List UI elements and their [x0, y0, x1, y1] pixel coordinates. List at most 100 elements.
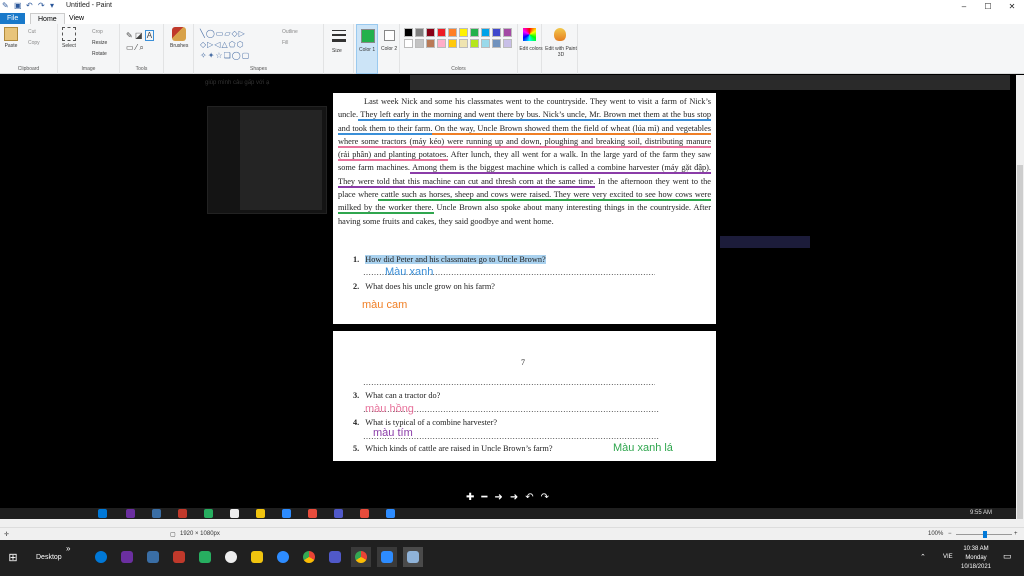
- annotation-pink: màu hồng: [365, 403, 414, 415]
- save-icon[interactable]: ▣: [14, 2, 22, 10]
- text-icon[interactable]: A: [144, 30, 155, 41]
- palette-swatch[interactable]: [448, 28, 457, 37]
- rotate-button[interactable]: Rotate: [92, 51, 107, 57]
- zoom-slider-thumb[interactable]: [983, 531, 987, 538]
- question-3: 3. What can a tractor do?: [353, 391, 441, 400]
- tab-view[interactable]: View: [62, 13, 91, 24]
- redo-icon[interactable]: ↷: [38, 2, 46, 10]
- question-1: 1. How did Peter and his classmates go to…: [353, 255, 546, 264]
- eraser-icon[interactable]: ▭: [126, 43, 134, 52]
- desktop-toolbar[interactable]: Desktop: [36, 554, 62, 561]
- taskbar-skype[interactable]: [91, 547, 111, 567]
- fill-icon[interactable]: ◪: [135, 31, 143, 40]
- palette-swatch[interactable]: [492, 39, 501, 48]
- color2-button[interactable]: Color 2: [380, 24, 400, 74]
- input-language[interactable]: VIE: [943, 554, 953, 560]
- notification-icon[interactable]: ▭: [1003, 551, 1012, 562]
- zoom-out-icon[interactable]: ━: [481, 492, 487, 503]
- taskbar-chrome[interactable]: [299, 547, 319, 567]
- palette-swatch[interactable]: [492, 28, 501, 37]
- picker-icon[interactable]: ⁄: [136, 43, 137, 52]
- outline-button[interactable]: Outline: [282, 29, 298, 35]
- zoom-level: 100%: [928, 531, 944, 537]
- start-button[interactable]: ⊞: [3, 547, 23, 567]
- shapes-gallery[interactable]: ╲◯▭▱◇▷ ◇▷◁△⬠⬡ ✧✦☆❏◯▢: [200, 28, 250, 61]
- tab-file[interactable]: File: [0, 13, 26, 24]
- close-button[interactable]: ✕: [1000, 0, 1024, 13]
- palette-swatch[interactable]: [481, 39, 490, 48]
- vertical-scroll-thumb[interactable]: [1017, 165, 1023, 525]
- taskbar-teams[interactable]: [325, 547, 345, 567]
- palette-swatch[interactable]: [503, 28, 512, 37]
- taskbar-app[interactable]: [377, 547, 397, 567]
- tab-home[interactable]: Home: [30, 13, 65, 24]
- minimize-button[interactable]: –: [952, 0, 976, 13]
- viewer-nav: ✚ ━ ➜ ➜ ↶ ↷: [466, 492, 549, 503]
- cut-button[interactable]: Cut: [28, 29, 36, 35]
- brush-icon: [172, 27, 187, 41]
- palette-swatch[interactable]: [426, 39, 435, 48]
- background-screenshot-bar: [410, 75, 1010, 90]
- taskbar-paint[interactable]: [403, 547, 423, 567]
- inner-skype-icon: [98, 509, 107, 518]
- taskbar-folder[interactable]: [247, 547, 267, 567]
- palette-swatch[interactable]: [404, 28, 413, 37]
- zoom-in-button[interactable]: +: [1014, 531, 1018, 537]
- taskbar-app[interactable]: [195, 547, 215, 567]
- zoom-out-button[interactable]: −: [948, 531, 952, 537]
- horizontal-scrollbar[interactable]: [0, 519, 1024, 527]
- rotate-left-icon[interactable]: ↶: [525, 492, 533, 503]
- palette-swatch[interactable]: [470, 28, 479, 37]
- palette-swatch[interactable]: [404, 39, 413, 48]
- paint3d-button[interactable]: Edit with Paint 3D: [542, 24, 578, 74]
- reading-paragraph: Last week Nick and some his classmates w…: [338, 95, 712, 228]
- crop-button[interactable]: Crop: [92, 29, 103, 35]
- rotate-right-icon[interactable]: ↷: [541, 492, 549, 503]
- cursor-position-icon: ✛: [4, 532, 10, 538]
- taskbar-chrome[interactable]: [351, 547, 371, 567]
- palette-swatch[interactable]: [415, 28, 424, 37]
- palette-swatch[interactable]: [437, 39, 446, 48]
- fill-button[interactable]: Fill: [282, 40, 288, 46]
- taskbar-app[interactable]: [143, 547, 163, 567]
- paste-button[interactable]: Paste: [4, 27, 18, 49]
- palette-swatch[interactable]: [503, 39, 512, 48]
- size-button[interactable]: Size: [324, 24, 354, 74]
- color1-swatch: [361, 29, 375, 43]
- palette-swatch[interactable]: [459, 28, 468, 37]
- vertical-scrollbar[interactable]: [1016, 75, 1024, 525]
- palette-swatch[interactable]: [481, 28, 490, 37]
- inner-app-icon: [178, 509, 187, 518]
- taskbar-clock[interactable]: 10:38 AM Monday 10/18/2021: [955, 545, 997, 572]
- color1-button[interactable]: Color 1: [356, 24, 378, 74]
- taskbar-app[interactable]: [169, 547, 189, 567]
- pencil-icon[interactable]: ✎: [126, 31, 133, 40]
- taskbar-app[interactable]: [117, 547, 137, 567]
- status-bar: ✛ ▢ 1920 × 1080px 100% − +: [0, 527, 1024, 540]
- page-number: 7: [521, 358, 525, 367]
- palette-swatch[interactable]: [437, 28, 446, 37]
- toolbar-expand-icon[interactable]: »: [66, 544, 70, 553]
- tray-expand-icon[interactable]: ⌃: [920, 553, 926, 561]
- arrow-left-icon[interactable]: ➜: [494, 492, 502, 503]
- resize-button[interactable]: Resize: [92, 40, 107, 46]
- inner-app-icon: [126, 509, 135, 518]
- taskbar-app[interactable]: [221, 547, 241, 567]
- copy-button[interactable]: Copy: [28, 40, 40, 46]
- palette-swatch[interactable]: [448, 39, 457, 48]
- taskbar-zoom[interactable]: [273, 547, 293, 567]
- palette-swatch[interactable]: [426, 28, 435, 37]
- select-button[interactable]: Select: [62, 27, 76, 49]
- zoom-in-icon[interactable]: ✚: [466, 492, 474, 503]
- palette-swatch[interactable]: [470, 39, 479, 48]
- undo-icon[interactable]: ↶: [26, 2, 34, 10]
- maximize-button[interactable]: ☐: [976, 0, 1000, 13]
- magnifier-icon[interactable]: ⌕: [139, 43, 143, 52]
- customize-icon[interactable]: ▾: [50, 2, 58, 10]
- edit-colors-button[interactable]: Edit colors: [518, 24, 543, 74]
- palette-swatch[interactable]: [459, 39, 468, 48]
- brushes-group[interactable]: Brushes: [164, 24, 194, 74]
- colors-group: Colors: [400, 24, 518, 74]
- arrow-right-icon[interactable]: ➜: [510, 492, 518, 503]
- palette-swatch[interactable]: [415, 39, 424, 48]
